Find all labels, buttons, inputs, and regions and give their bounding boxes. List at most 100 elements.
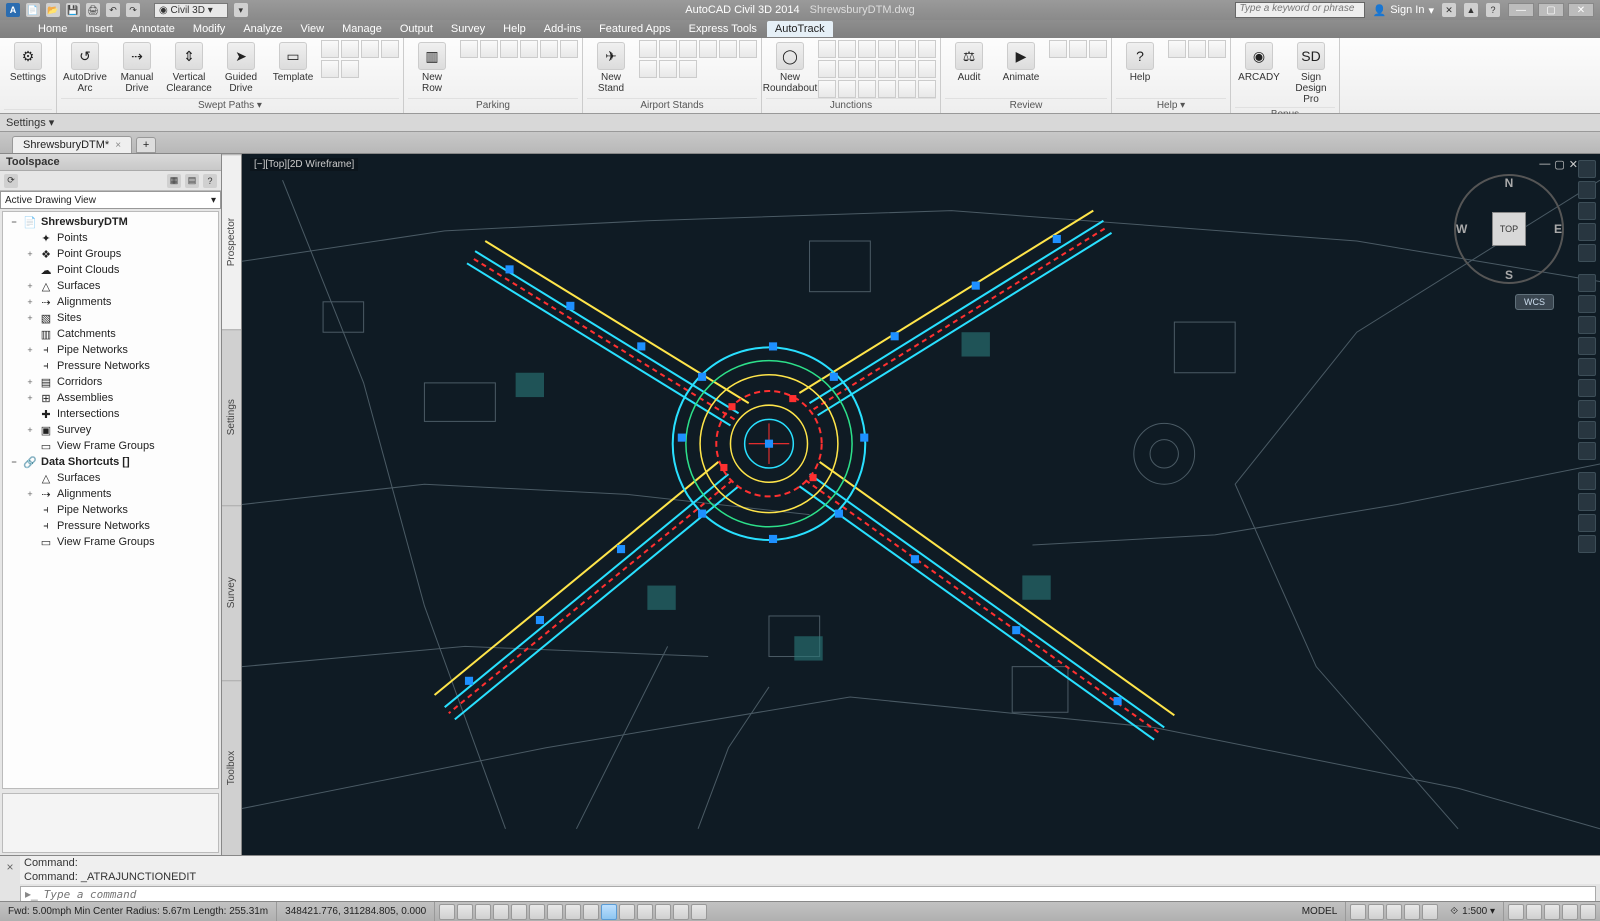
tree-expander-icon[interactable]: + [25, 313, 35, 323]
tree-item-assemblies[interactable]: +⊞Assemblies [3, 390, 218, 406]
ribbon-small-button[interactable] [818, 60, 836, 78]
sb-grid[interactable] [475, 904, 491, 920]
ribbon-small-button[interactable] [1049, 40, 1067, 58]
ribbon-button-sign-design-pro[interactable]: SDSign Design Pro [1287, 40, 1335, 107]
tree-item-data-shortcuts[interactable]: −🔗Data Shortcuts [] [3, 454, 218, 470]
tree-item-surfaces[interactable]: △Surfaces [3, 470, 218, 486]
ribbon-button-audit[interactable]: ⚖Audit [945, 40, 993, 85]
ribbon-small-button[interactable] [1069, 40, 1087, 58]
redo-icon[interactable]: ↷ [126, 3, 140, 17]
ribbon-settings-strip[interactable]: Settings ▾ [0, 114, 1600, 132]
ribbon-tab-insert[interactable]: Insert [77, 21, 121, 37]
tree-item-pressure-networks[interactable]: ⫞Pressure Networks [3, 518, 218, 534]
ribbon-tab-modify[interactable]: Modify [185, 21, 233, 37]
ribbon-small-button[interactable] [739, 40, 757, 58]
ribbon-small-button[interactable] [838, 40, 856, 58]
sb-tpy[interactable] [637, 904, 653, 920]
new-tab-button[interactable]: + [136, 137, 156, 153]
ribbon-small-button[interactable] [838, 80, 856, 98]
ribbon-button-new-roundabout[interactable]: ◯New Roundabout [766, 40, 814, 96]
sb-right-3[interactable] [1544, 904, 1560, 920]
toolspace-tab-survey[interactable]: Survey [222, 505, 241, 680]
ribbon-small-button[interactable] [719, 40, 737, 58]
ribbon-small-button[interactable] [878, 60, 896, 78]
toolspace-tree[interactable]: −📄ShrewsburyDTM✦Points+❖Point Groups☁Poi… [2, 211, 219, 789]
sb-ortho[interactable] [493, 904, 509, 920]
ribbon-tab-featured-apps[interactable]: Featured Apps [591, 21, 679, 37]
ribbon-button-arcady[interactable]: ◉ARCADY [1235, 40, 1283, 85]
nav-tool-18[interactable] [1578, 535, 1596, 553]
ribbon-small-button[interactable] [898, 80, 916, 98]
autodesk-icon[interactable]: ▲ [1464, 3, 1478, 17]
ribbon-tab-express-tools[interactable]: Express Tools [681, 21, 765, 37]
toolspace-tab-settings[interactable]: Settings [222, 329, 241, 504]
tree-item-point-groups[interactable]: +❖Point Groups [3, 246, 218, 262]
toolspace-icon-2[interactable]: ▤ [185, 174, 199, 188]
ribbon-small-button[interactable] [659, 40, 677, 58]
sb-sc[interactable] [673, 904, 689, 920]
ribbon-small-button[interactable] [858, 60, 876, 78]
open-icon[interactable]: 📂 [46, 3, 60, 17]
ribbon-small-button[interactable] [898, 40, 916, 58]
ribbon-tab-add-ins[interactable]: Add-ins [536, 21, 589, 37]
ribbon-small-button[interactable] [321, 40, 339, 58]
toolspace-icon-1[interactable]: ▦ [167, 174, 181, 188]
ribbon-button-manual-drive[interactable]: ⇢Manual Drive [113, 40, 161, 96]
minimize-button[interactable]: — [1508, 3, 1534, 17]
refresh-icon[interactable]: ⟳ [4, 174, 18, 188]
toolspace-help-icon[interactable]: ? [203, 174, 217, 188]
nav-wheel-icon[interactable] [1578, 160, 1596, 178]
new-icon[interactable]: 📄 [26, 3, 40, 17]
tree-expander-icon[interactable]: + [25, 425, 35, 435]
tree-expander-icon[interactable]: + [25, 393, 35, 403]
tree-item-shrewsburydtm[interactable]: −📄ShrewsburyDTM [3, 214, 218, 230]
sb-am[interactable] [691, 904, 707, 920]
sb-qp[interactable] [655, 904, 671, 920]
ribbon-tab-autotrack[interactable]: AutoTrack [767, 21, 833, 37]
tree-expander-icon[interactable]: + [25, 297, 35, 307]
nav-tool-6[interactable] [1578, 274, 1596, 292]
ribbon-small-button[interactable] [1208, 40, 1226, 58]
nav-tool-12[interactable] [1578, 400, 1596, 418]
ribbon-small-button[interactable] [560, 40, 578, 58]
ribbon-button-guided-drive[interactable]: ➤Guided Drive [217, 40, 265, 96]
save-icon[interactable]: 💾 [66, 3, 80, 17]
ribbon-small-button[interactable] [639, 60, 657, 78]
viewcube-top[interactable]: TOP [1492, 212, 1526, 246]
nav-tool-10[interactable] [1578, 358, 1596, 376]
ribbon-tab-survey[interactable]: Survey [443, 21, 493, 37]
ribbon-small-button[interactable] [838, 60, 856, 78]
ribbon-small-button[interactable] [361, 40, 379, 58]
tree-expander-icon[interactable]: + [25, 377, 35, 387]
nav-tool-8[interactable] [1578, 316, 1596, 334]
ribbon-small-button[interactable] [679, 40, 697, 58]
ribbon-button-settings[interactable]: ⚙Settings [4, 40, 52, 85]
tree-item-alignments[interactable]: +⇢Alignments [3, 294, 218, 310]
sb-polar[interactable] [511, 904, 527, 920]
ribbon-small-button[interactable] [341, 40, 359, 58]
ribbon-button-autodrive-arc[interactable]: ↺AutoDrive Arc [61, 40, 109, 96]
tree-item-pipe-networks[interactable]: +⫞Pipe Networks [3, 342, 218, 358]
maximize-button[interactable]: ▢ [1538, 3, 1564, 17]
help-search[interactable]: Type a keyword or phrase [1235, 2, 1365, 18]
command-input-row[interactable]: ▸_ [20, 886, 1596, 902]
view-selector[interactable]: Active Drawing View▾ [0, 191, 221, 209]
sb-3dosnap[interactable] [547, 904, 563, 920]
ribbon-small-button[interactable] [540, 40, 558, 58]
nav-tool-9[interactable] [1578, 337, 1596, 355]
tree-item-alignments[interactable]: +⇢Alignments [3, 486, 218, 502]
sb-infer[interactable] [439, 904, 455, 920]
annotation-scale[interactable]: ⟐ 1:500 ▾ [1442, 902, 1504, 921]
sb-ducs[interactable] [583, 904, 599, 920]
sb-otrack[interactable] [565, 904, 581, 920]
ribbon-tab-manage[interactable]: Manage [334, 21, 390, 37]
tree-item-view-frame-groups[interactable]: ▭View Frame Groups [3, 534, 218, 550]
tree-expander-icon[interactable]: + [25, 489, 35, 499]
tree-item-view-frame-groups[interactable]: ▭View Frame Groups [3, 438, 218, 454]
command-close-icon[interactable]: × [0, 856, 20, 901]
tree-item-corridors[interactable]: +▤Corridors [3, 374, 218, 390]
nav-showmotion-icon[interactable] [1578, 244, 1596, 262]
ribbon-tab-help[interactable]: Help [495, 21, 534, 37]
ribbon-small-button[interactable] [460, 40, 478, 58]
model-space-button[interactable]: MODEL [1294, 902, 1347, 921]
